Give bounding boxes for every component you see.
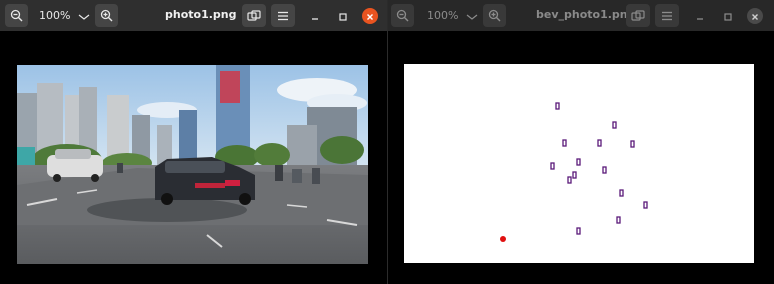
rotate-button[interactable] xyxy=(242,4,266,27)
menu-button[interactable] xyxy=(655,4,679,27)
maximize-icon xyxy=(723,7,733,26)
rotate-button[interactable] xyxy=(626,4,650,27)
vehicle-marker xyxy=(597,139,602,147)
vehicle-marker xyxy=(616,216,621,224)
vehicle-marker xyxy=(562,139,567,147)
vehicle-marker xyxy=(576,158,581,166)
vehicle-marker xyxy=(567,176,572,184)
maximize-button[interactable] xyxy=(335,8,351,24)
zoom-in-button[interactable] xyxy=(95,4,119,27)
minimize-button[interactable] xyxy=(692,8,708,24)
vehicle-marker xyxy=(576,227,581,235)
vehicle-marker xyxy=(602,166,607,174)
zoom-level: 100% xyxy=(39,9,71,22)
zoom-in-icon xyxy=(100,9,113,22)
close-button[interactable] xyxy=(747,8,763,24)
header-bar: 100% photo1.png xyxy=(0,0,387,31)
zoom-out-icon xyxy=(396,9,409,22)
vehicle-marker xyxy=(619,189,624,197)
chevron-down-icon xyxy=(466,6,478,25)
bev-canvas xyxy=(404,64,754,263)
zoom-dropdown[interactable] xyxy=(78,6,90,25)
zoom-dropdown[interactable] xyxy=(466,6,478,25)
zoom-in-button[interactable] xyxy=(483,4,507,27)
vehicle-marker xyxy=(630,140,635,148)
minimize-button[interactable] xyxy=(307,8,323,24)
ego-vehicle-marker xyxy=(500,236,506,242)
maximize-button[interactable] xyxy=(720,8,736,24)
hamburger-menu-icon xyxy=(661,11,673,21)
window-title: bev_photo1.png xyxy=(536,8,636,21)
menu-button[interactable] xyxy=(271,4,295,27)
vehicle-marker xyxy=(643,201,648,209)
vehicle-marker xyxy=(550,162,555,170)
street-photo xyxy=(17,65,368,264)
rotate-icon xyxy=(631,9,645,22)
window-title: photo1.png xyxy=(165,8,237,21)
maximize-icon xyxy=(338,7,348,26)
close-button[interactable] xyxy=(362,8,378,24)
header-bar: 100% bev_photo1.png xyxy=(388,0,774,31)
image-viewer-window-bev: 100% bev_photo1.png xyxy=(388,0,774,284)
vehicle-marker xyxy=(612,121,617,129)
zoom-out-button[interactable] xyxy=(5,4,28,27)
zoom-control: 100% xyxy=(391,4,507,27)
close-icon xyxy=(750,7,760,26)
vehicle-marker xyxy=(572,171,577,179)
minimize-icon xyxy=(695,7,705,26)
image-viewer-window-photo1: 100% photo1.png xyxy=(0,0,387,284)
zoom-level: 100% xyxy=(427,9,459,22)
zoom-out-button[interactable] xyxy=(391,4,414,27)
vehicle-marker xyxy=(555,102,560,110)
hamburger-menu-icon xyxy=(277,11,289,21)
zoom-control: 100% xyxy=(5,4,119,27)
zoom-out-icon xyxy=(10,9,23,22)
chevron-down-icon xyxy=(78,6,90,25)
rotate-icon xyxy=(247,9,261,22)
zoom-in-icon xyxy=(488,9,501,22)
minimize-icon xyxy=(310,7,320,26)
close-icon xyxy=(365,7,375,26)
